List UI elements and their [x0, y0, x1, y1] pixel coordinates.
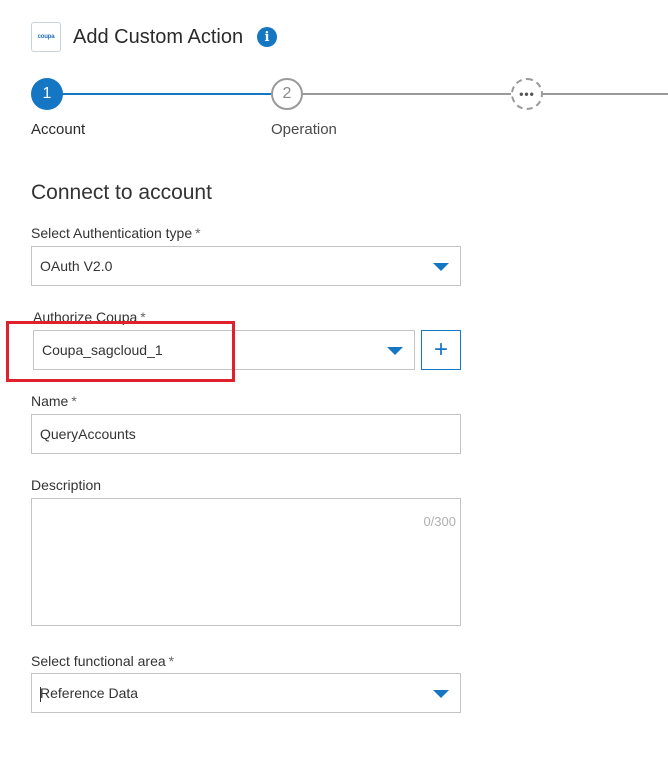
- auth-type-label: Select Authentication type *: [31, 225, 201, 241]
- add-account-button[interactable]: +: [421, 330, 461, 370]
- logo-text: coupa: [37, 34, 55, 40]
- step-1-label: Account: [31, 121, 86, 138]
- chevron-down-icon: [387, 347, 403, 355]
- auth-type-value: OAuth V2.0: [40, 258, 113, 274]
- step-1-circle[interactable]: 1: [31, 78, 63, 110]
- required-mark: *: [71, 393, 77, 409]
- name-label: Name *: [31, 393, 77, 409]
- more-dots-icon: •••: [519, 87, 535, 101]
- step-2-label: Operation: [271, 121, 337, 138]
- required-mark: *: [168, 653, 175, 669]
- description-label: Description: [31, 477, 102, 493]
- stepper-line: [543, 93, 668, 95]
- functional-area-value: Reference Data: [40, 685, 139, 701]
- chevron-down-icon: [433, 263, 449, 271]
- plus-icon: +: [433, 336, 448, 363]
- required-mark: *: [195, 225, 201, 241]
- step-more-circle[interactable]: •••: [511, 78, 543, 110]
- stepper-line-completed: [62, 93, 272, 95]
- step-2-circle[interactable]: 2: [271, 78, 303, 110]
- section-title: Connect to account: [31, 181, 212, 204]
- name-value: QueryAccounts: [40, 426, 136, 442]
- functional-area-select[interactable]: Reference Data: [31, 673, 461, 713]
- page-title: Add Custom Action: [73, 26, 244, 48]
- stepper-line: [302, 93, 511, 95]
- functional-area-label: Select functional area *: [31, 653, 175, 669]
- auth-type-select[interactable]: OAuth V2.0: [31, 246, 461, 286]
- chevron-down-icon: [433, 690, 449, 698]
- character-counter: 0/300: [423, 514, 456, 529]
- info-icon[interactable]: i: [257, 27, 277, 47]
- name-input[interactable]: QueryAccounts: [31, 414, 461, 454]
- coupa-logo: coupa: [31, 22, 61, 52]
- highlight-box: [6, 321, 235, 382]
- description-textarea[interactable]: 0/300: [31, 498, 461, 626]
